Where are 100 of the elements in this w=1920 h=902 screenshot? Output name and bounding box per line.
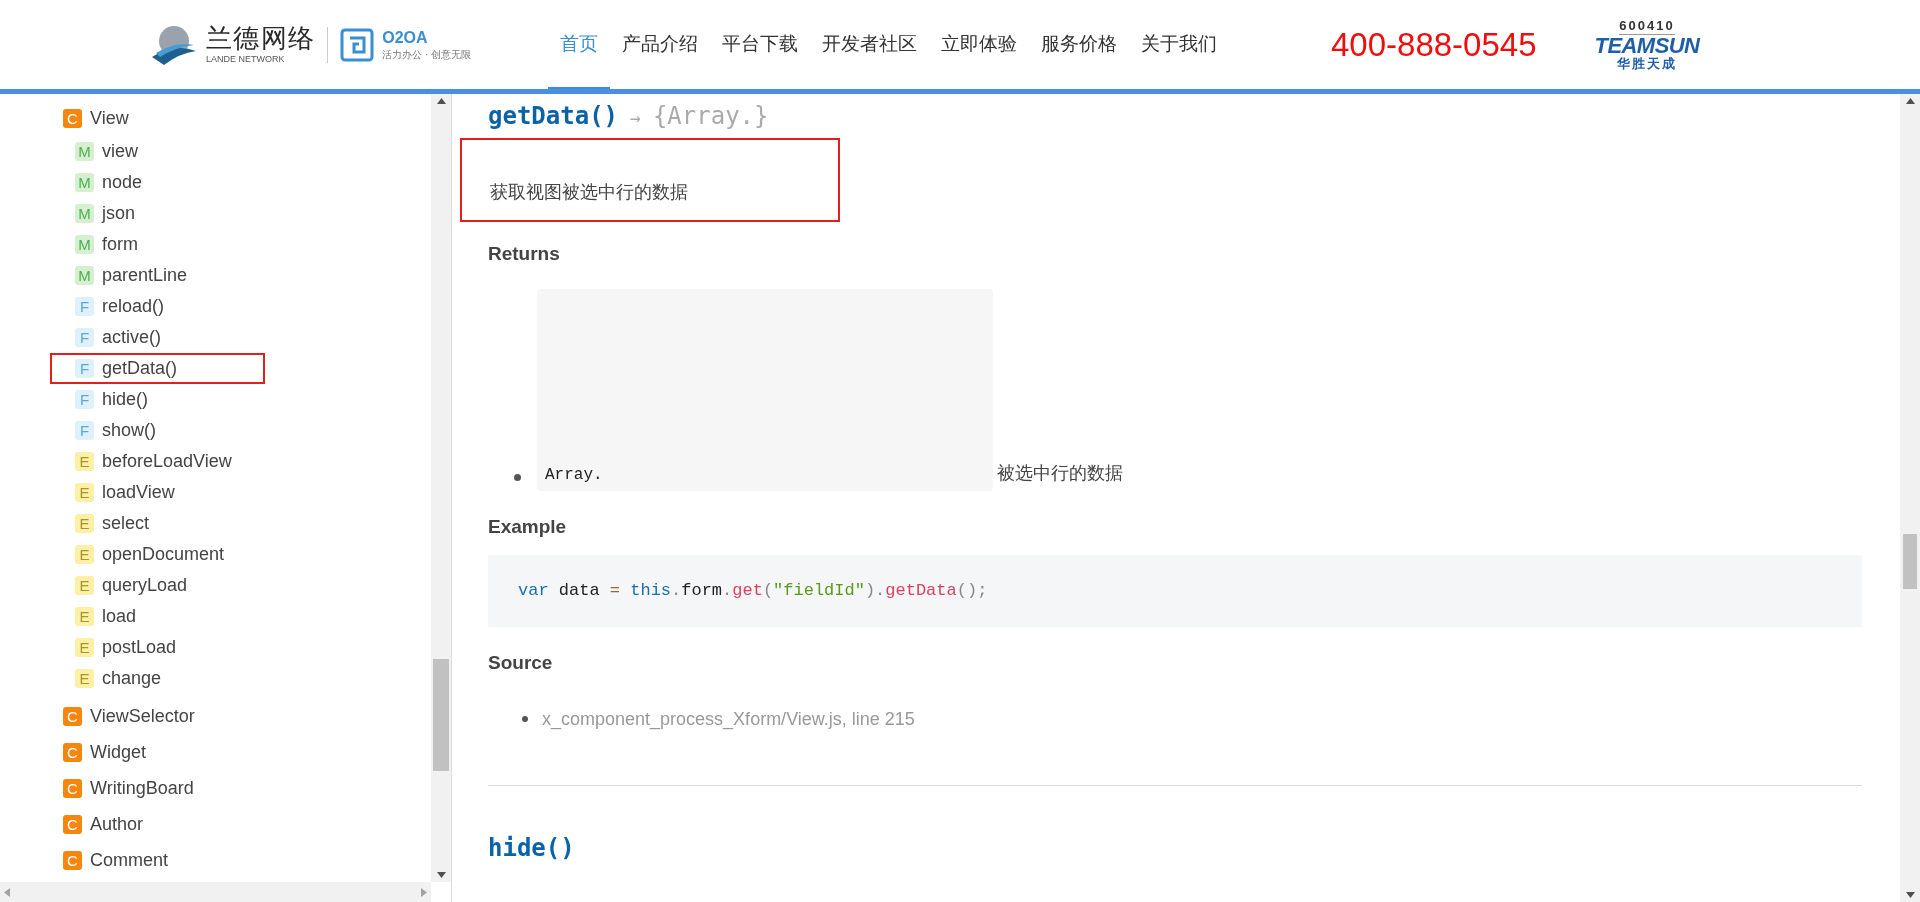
scroll-right-icon[interactable] <box>421 887 427 897</box>
tree-item[interactable]: C WritingBoard <box>63 770 431 806</box>
member-badge: M <box>75 173 94 192</box>
item-label: getData() <box>102 357 178 380</box>
item-label: view <box>102 140 138 163</box>
scrollbar-thumb[interactable] <box>433 659 449 771</box>
event-badge: E <box>75 452 94 471</box>
scroll-down-icon[interactable] <box>436 872 446 878</box>
method-description: 获取视图被选中行的数据 <box>490 181 688 204</box>
code-block: var data = this.form.get("fieldId").getData(); <box>488 555 1862 627</box>
nav-link[interactable]: 开发者社区 <box>810 0 929 89</box>
tree-item[interactable]: M node <box>50 167 265 198</box>
event-badge: E <box>75 607 94 626</box>
tree-item[interactable]: M json <box>50 198 265 229</box>
tree-item[interactable]: E openDocument <box>50 539 265 570</box>
method-title: getData() <box>488 101 619 132</box>
event-badge: E <box>75 483 94 502</box>
scroll-up-icon[interactable] <box>1905 98 1915 104</box>
member-badge: M <box>75 266 94 285</box>
partner-logo-subtitle: 华胜天成 <box>1617 57 1677 70</box>
bullet-icon <box>514 473 521 481</box>
tree-item[interactable]: C Comment <box>63 842 431 878</box>
event-badge: E <box>75 576 94 595</box>
event-badge: E <box>75 638 94 657</box>
member-badge: M <box>75 235 94 254</box>
partner-logo-name: TEAMSUN <box>1594 35 1700 57</box>
item-label: form <box>102 233 138 256</box>
tree-item[interactable]: F show() <box>50 415 265 446</box>
tree-item[interactable]: F hide() <box>50 384 265 415</box>
tree-item[interactable]: F getData() <box>50 353 265 384</box>
nav-link[interactable]: 服务价格 <box>1029 0 1129 89</box>
tree-item[interactable]: E postLoad <box>50 632 265 663</box>
tree-item[interactable]: C Widget <box>63 734 431 770</box>
class-badge: C <box>63 778 82 798</box>
logo-name: 兰德网络 <box>206 25 316 51</box>
member-badge: M <box>75 142 94 161</box>
nav-link[interactable]: 平台下载 <box>710 0 810 89</box>
tree-item[interactable]: F reload() <box>50 291 265 322</box>
item-label: View <box>90 106 129 130</box>
scrollbar-thumb[interactable] <box>1903 534 1917 589</box>
event-badge: E <box>75 669 94 688</box>
stock-code: 600410 <box>1619 19 1675 35</box>
logo-subtitle: LANDE NETWORK <box>206 55 286 64</box>
tree-item[interactable]: C View <box>63 100 431 136</box>
item-label: parentLine <box>102 264 188 287</box>
item-label: WritingBoard <box>90 776 194 800</box>
nav-link[interactable]: 立即体验 <box>929 0 1029 89</box>
scroll-down-icon[interactable] <box>1905 892 1915 898</box>
class-badge: C <box>63 108 82 128</box>
nav-link[interactable]: 关于我们 <box>1129 0 1229 89</box>
nav-link[interactable]: 产品介绍 <box>610 0 710 89</box>
section-heading: Source <box>488 651 554 675</box>
tree-item[interactable]: M view <box>50 136 265 167</box>
item-label: ViewSelector <box>90 704 195 728</box>
item-label: show() <box>102 419 156 442</box>
section-heading: Returns <box>488 242 561 266</box>
item-label: Author <box>90 812 144 836</box>
item-label: reload() <box>102 295 165 318</box>
function-badge: F <box>75 390 94 409</box>
page-scrollbar[interactable] <box>1900 94 1920 902</box>
bullet-icon <box>522 716 528 722</box>
tree-item[interactable]: E select <box>50 508 265 539</box>
class-badge: C <box>63 742 82 762</box>
returns-arrow: → <box>630 106 641 130</box>
tree-item[interactable]: M form <box>50 229 265 260</box>
item-label: beforeLoadView <box>102 450 232 473</box>
event-badge: E <box>75 514 94 533</box>
scroll-left-icon[interactable] <box>4 887 10 897</box>
product-slogan: 活力办公 · 创意无限 <box>382 49 472 60</box>
scroll-up-icon[interactable] <box>436 98 446 104</box>
vertical-scrollbar[interactable] <box>431 94 451 882</box>
return-description: 被选中行的数据 <box>997 461 1123 485</box>
function-badge: F <box>75 297 94 316</box>
tree-item[interactable]: C ViewSelector <box>63 698 431 734</box>
class-badge: C <box>63 814 82 834</box>
item-label: postLoad <box>102 636 177 659</box>
return-type-code: Array. <box>537 288 993 491</box>
method-title: hide() <box>488 832 576 864</box>
tree-item[interactable]: E load <box>50 601 265 632</box>
member-badge: M <box>75 204 94 223</box>
item-label: Comment <box>90 848 169 872</box>
item-label: openDocument <box>102 543 225 566</box>
tree-item[interactable]: E loadView <box>50 477 265 508</box>
class-badge: C <box>63 706 82 726</box>
product-name: O2OA <box>382 29 429 46</box>
square-logo-icon <box>340 27 375 62</box>
horizontal-scrollbar[interactable] <box>0 882 431 902</box>
phone-number: 400-888-0545 <box>1331 24 1537 65</box>
item-label: change <box>102 667 162 690</box>
return-type: {Array.} <box>652 101 769 132</box>
item-label: node <box>102 171 143 194</box>
tree-item[interactable]: E beforeLoadView <box>50 446 265 477</box>
tree-item[interactable]: E change <box>50 663 265 694</box>
item-label: active() <box>102 326 161 349</box>
tree-item[interactable]: M parentLine <box>50 260 265 291</box>
section-heading: Example <box>488 514 568 539</box>
tree-item[interactable]: F active() <box>50 322 265 353</box>
item-label: loadView <box>102 481 175 504</box>
tree-item[interactable]: E queryLoad <box>50 570 265 601</box>
tree-item[interactable]: C Author <box>63 806 431 842</box>
